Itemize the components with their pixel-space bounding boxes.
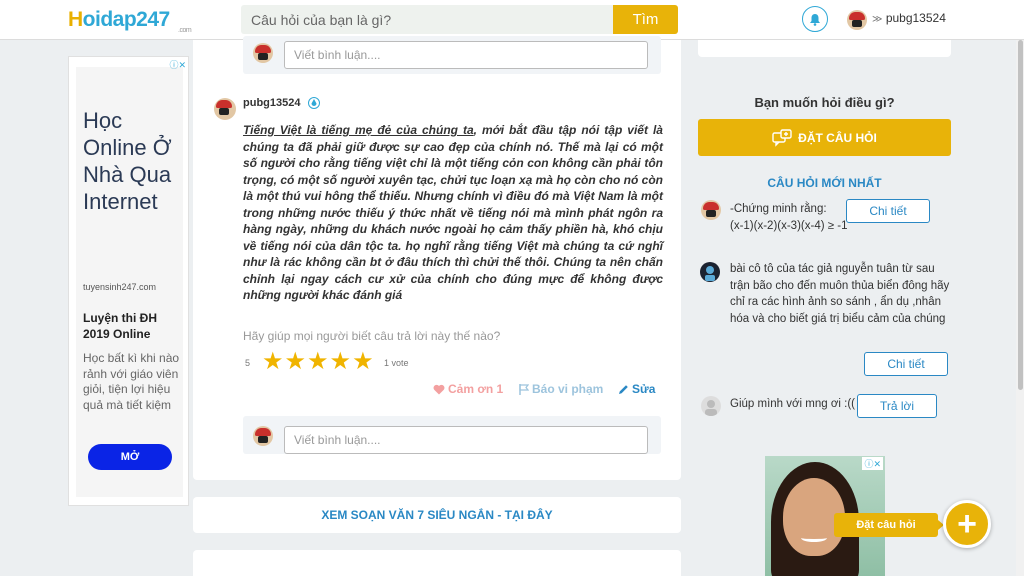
ad-open-button[interactable]: MỞ <box>88 444 172 470</box>
star-icon[interactable]: ★ <box>352 348 374 374</box>
ad-title: Học Online Ở Nhà Qua Internet <box>83 108 172 214</box>
sidebar-top-card <box>698 40 951 57</box>
ad-close-icon[interactable]: ⓘ✕ <box>169 58 186 71</box>
user-avatar[interactable] <box>847 10 867 30</box>
edit-button[interactable]: Sửa <box>618 382 655 396</box>
question-text[interactable]: Giúp mình với mng ơi :(( <box>730 396 855 413</box>
pencil-icon <box>619 384 628 394</box>
thanks-button[interactable]: Cảm ơn 1 <box>433 382 503 396</box>
logo-text: oidap247 <box>82 8 171 31</box>
search-input[interactable] <box>241 5 613 34</box>
header-username: pubg13524 <box>885 11 946 25</box>
commenter-avatar <box>253 426 273 446</box>
rating-prompt: Hãy giúp mọi người biết câu trả lời này … <box>243 329 501 343</box>
report-button[interactable]: Báo vi phạm <box>519 382 603 396</box>
next-card <box>193 550 681 576</box>
water-drop-icon <box>308 97 320 109</box>
answer-body: Tiếng Việt là tiếng mẹ đẻ của chúng ta, … <box>243 122 663 304</box>
comment-box-answer <box>243 416 661 454</box>
ad-image-smile <box>801 534 827 542</box>
ad-close-icon[interactable]: ⓘ✕ <box>862 457 883 470</box>
star-icon[interactable]: ★ <box>285 348 307 374</box>
logo-domain: .com <box>178 27 192 34</box>
comment-box-top <box>243 36 661 74</box>
star-rating[interactable]: ★ ★ ★ ★ ★ <box>262 348 374 374</box>
star-icon[interactable]: ★ <box>307 348 329 374</box>
question-line: (x-1)(x-2)(x-3)(x-4) ≥ -1 <box>730 219 848 232</box>
site-logo[interactable]: Hoidap247 .com <box>68 8 192 34</box>
ask-title: Bạn muốn hỏi điều gì? <box>754 95 895 110</box>
star-icon[interactable]: ★ <box>330 348 352 374</box>
question-answer-button[interactable]: Trả lời <box>857 394 937 418</box>
answer-username[interactable]: pubg13524 <box>243 97 300 109</box>
bell-icon[interactable] <box>802 6 828 32</box>
ad-description: Học bất kì khi nào rảnh với giáo viên gi… <box>83 351 180 412</box>
thanks-label: Cảm ơn 1 <box>448 382 504 396</box>
question-avatar[interactable] <box>701 200 721 220</box>
left-advertisement[interactable]: ⓘ✕ Học Online Ở Nhà Qua Internet tuyensi… <box>68 56 189 506</box>
fab-label[interactable]: Đặt câu hỏi <box>834 513 944 537</box>
rating-value: 5 <box>245 358 251 368</box>
ad-subtitle: Luyện thi ĐH 2019 Online <box>83 311 157 341</box>
add-question-fab[interactable]: + <box>943 500 991 548</box>
question-bubble-icon <box>772 128 792 147</box>
ask-button-label: ĐẶT CÂU HỎI <box>798 130 877 145</box>
question-avatar[interactable] <box>700 262 720 282</box>
logo-letter: H <box>68 8 83 31</box>
top-header: Hoidap247 .com Tìm ≫ pubg13524 <box>0 0 1024 40</box>
scrollbar-thumb[interactable] <box>1018 40 1023 390</box>
question-detail-button[interactable]: Chi tiết <box>846 199 930 223</box>
user-menu[interactable]: ≫ pubg13524 <box>872 11 946 25</box>
heart-icon <box>433 384 445 394</box>
star-icon[interactable]: ★ <box>262 348 284 374</box>
question-text[interactable]: -Chứng minh rằng: (x-1)(x-2)(x-3)(x-4) ≥… <box>730 201 850 234</box>
soan-van-banner[interactable]: XEM SOẠN VĂN 7 SIÊU NGẮN - TẠI ĐÂY <box>193 497 681 533</box>
latest-questions-title: CÂU HỎI MỚI NHẤT <box>767 176 882 190</box>
ad-domain: tuyensinh247.com <box>83 282 157 292</box>
answer-body-underlined: Tiếng Việt là tiếng mẹ đẻ của chúng ta <box>243 123 474 137</box>
question-detail-button[interactable]: Chi tiết <box>864 352 948 376</box>
ask-question-button[interactable]: ĐẶT CÂU HỎI <box>698 119 951 156</box>
answer-body-text: , mới bắt đầu tập nói tập viết là chúng … <box>243 123 663 302</box>
answer-avatar[interactable] <box>214 98 236 120</box>
comment-input-top[interactable] <box>284 41 648 69</box>
flag-icon <box>519 383 529 395</box>
question-text[interactable]: bài cô tô của tác giả nguyễn tuân từ sau… <box>730 261 952 327</box>
chevron-down-icon: ≫ <box>872 14 883 25</box>
search-button[interactable]: Tìm <box>613 5 678 34</box>
commenter-avatar <box>253 43 273 63</box>
edit-label: Sửa <box>632 382 656 396</box>
comment-input-answer[interactable] <box>284 426 648 454</box>
question-avatar[interactable] <box>701 396 721 416</box>
report-label: Báo vi phạm <box>532 382 604 396</box>
question-line: -Chứng minh rằng: <box>730 203 827 215</box>
vote-count: 1 vote <box>384 358 409 368</box>
